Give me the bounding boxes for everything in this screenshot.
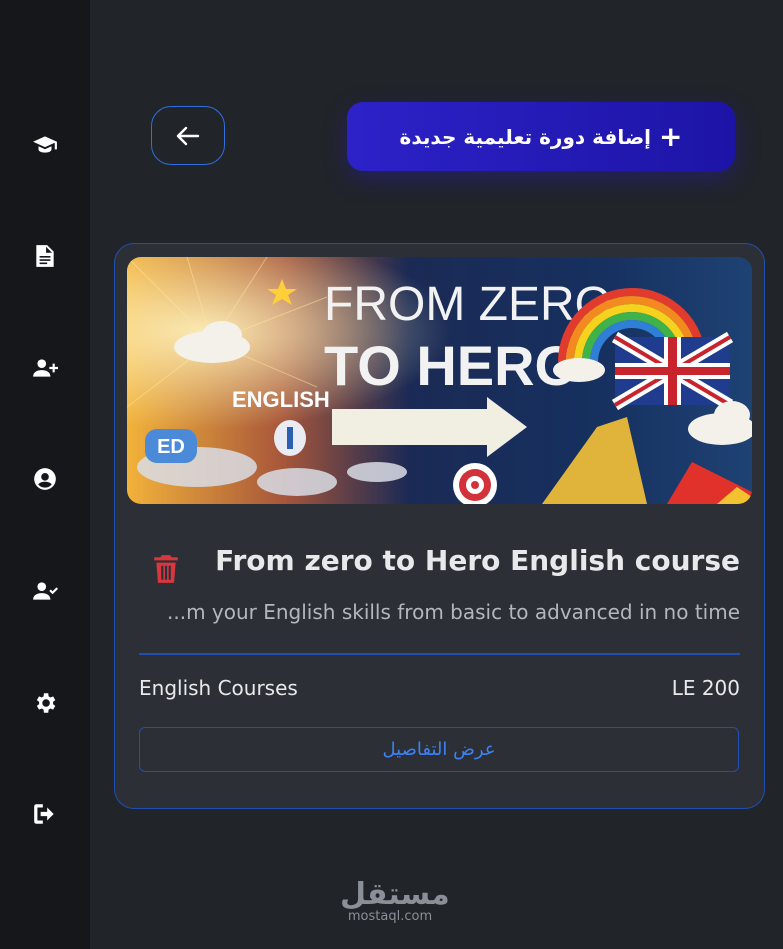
course-description: ...m your English skills from basic to a…: [167, 600, 740, 624]
delete-course-button[interactable]: [151, 552, 181, 586]
banner-line2: TO HERO: [324, 334, 578, 397]
course-price: LE 200: [671, 676, 740, 700]
view-details-button[interactable]: عرض التفاصيل: [139, 727, 739, 772]
graduation-cap-icon[interactable]: [30, 130, 60, 160]
banner-line1: FROM ZERO: [324, 278, 612, 331]
user-plus-icon[interactable]: [30, 353, 60, 383]
back-button[interactable]: [151, 106, 225, 165]
plus-icon: +: [659, 119, 683, 153]
trash-icon: [154, 555, 178, 583]
divider: [139, 653, 740, 655]
course-card: ED FROM ZERO TO HERO ENGLISH From zero t…: [114, 243, 765, 809]
sidebar: [0, 0, 90, 949]
add-course-label: إضافة دورة تعليمية جديدة: [399, 124, 652, 149]
add-course-button[interactable]: + إضافة دورة تعليمية جديدة: [347, 102, 735, 171]
arrow-left-icon: [176, 126, 200, 145]
course-banner-image: ED FROM ZERO TO HERO ENGLISH: [127, 257, 752, 504]
course-category: English Courses: [139, 676, 298, 700]
user-circle-icon[interactable]: [30, 464, 60, 494]
mostaql-watermark-logo: مستقل mostaql.com: [340, 877, 450, 924]
banner-badge: ED: [157, 436, 185, 458]
logout-icon[interactable]: [30, 799, 60, 829]
gear-icon[interactable]: [30, 688, 60, 718]
document-icon[interactable]: [30, 241, 60, 271]
watermark-arabic: مستقل: [340, 877, 450, 912]
course-title: From zero to Hero English course: [215, 544, 740, 577]
watermark-latin: mostaql.com: [347, 909, 433, 924]
user-check-icon[interactable]: [30, 576, 60, 606]
banner-tag: ENGLISH: [232, 387, 330, 412]
